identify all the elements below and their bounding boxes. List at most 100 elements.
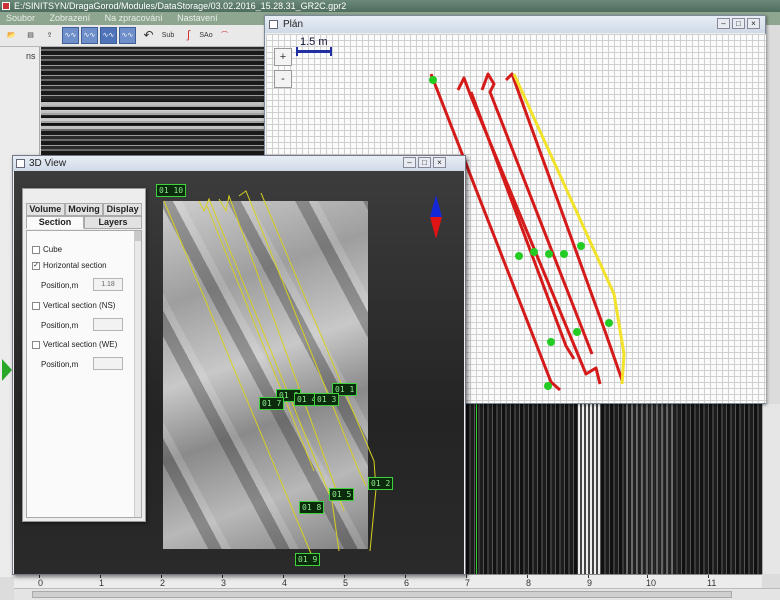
- horizontal-position-label: Position,m: [41, 281, 79, 290]
- plan-marker: [577, 242, 585, 250]
- scale-bar-label: 1.5 m: [300, 36, 328, 48]
- undo-icon[interactable]: ↶: [140, 27, 157, 44]
- wave-icon[interactable]: ∿∿: [119, 27, 136, 44]
- save-icon[interactable]: ▤: [22, 27, 39, 44]
- panel-scrollbar[interactable]: [134, 231, 141, 517]
- x-tick-label: 2: [160, 575, 166, 588]
- tab-moving[interactable]: Moving: [64, 203, 104, 216]
- wave-icon[interactable]: ∿∿: [81, 27, 98, 44]
- x-tick-label: 6: [404, 575, 410, 588]
- horizontal-section-checkbox[interactable]: ✓: [32, 261, 40, 270]
- zoom-out-button[interactable]: -: [274, 70, 292, 88]
- open-folder-icon[interactable]: 📂: [3, 27, 20, 44]
- cube-option[interactable]: Cube: [32, 245, 62, 254]
- radargram-anomaly-2: [626, 404, 676, 574]
- plan-marker: [429, 76, 437, 84]
- tab-section[interactable]: Section: [26, 216, 84, 229]
- curve-icon[interactable]: ʃ: [180, 27, 197, 44]
- plan-marker: [544, 382, 552, 390]
- scrollbar-thumb[interactable]: [32, 591, 732, 598]
- maximize-button[interactable]: □: [732, 18, 745, 29]
- wave-active-icon[interactable]: ∿∿: [100, 27, 117, 44]
- vertical-ns-position-label: Position,m: [41, 321, 79, 330]
- zoom-in-button[interactable]: +: [274, 48, 292, 66]
- track-label[interactable]: 01 8: [299, 501, 325, 514]
- tab-display[interactable]: Display: [103, 203, 143, 216]
- x-tick-label: 1: [99, 575, 105, 588]
- track-label[interactable]: 01 10: [156, 184, 187, 197]
- view3d-title: 3D View: [29, 158, 67, 169]
- app-title: E:/SINITSYN/DragaGorod/Modules/DataStora…: [14, 1, 347, 11]
- radargram-image[interactable]: [41, 47, 264, 155]
- tab-layers[interactable]: Layers: [84, 216, 142, 229]
- export-icon[interactable]: ⇪: [41, 27, 58, 44]
- minimize-button[interactable]: –: [403, 157, 416, 168]
- x-tick-label: 4: [282, 575, 288, 588]
- plan-route: [504, 72, 624, 381]
- radargram-image-lower[interactable]: [466, 404, 762, 574]
- x-tick-label: 8: [526, 575, 532, 588]
- horizontal-position-field[interactable]: 1.18: [93, 278, 123, 291]
- close-button[interactable]: ×: [433, 157, 446, 168]
- maximize-button[interactable]: □: [418, 157, 431, 168]
- track-label[interactable]: 01 5: [329, 488, 355, 501]
- track-label[interactable]: 01 7: [259, 397, 285, 410]
- plan-route: [469, 91, 576, 360]
- horizontal-scrollbar[interactable]: [14, 588, 780, 600]
- vertical-we-label: Vertical section (WE): [43, 340, 118, 349]
- view3d-titlebar[interactable]: 3D View – □ ×: [13, 156, 465, 171]
- vertical-we-position-label: Position,m: [41, 360, 79, 369]
- wave-icon[interactable]: ∿∿: [62, 27, 79, 44]
- close-button[interactable]: ×: [747, 18, 760, 29]
- sao-button[interactable]: SAo: [196, 27, 216, 44]
- distance-scale: 0 1 2 3 4 5 6 7 8 9 10 11: [14, 574, 762, 588]
- window-icon: [269, 20, 278, 29]
- main-toolbar: 📂 ▤ ⇪ ∿∿ ∿∿ ∿∿ ∿∿ ↶ Sub ʃ SAo ⌒: [0, 25, 265, 47]
- antenna-icon[interactable]: ⌒: [216, 27, 233, 44]
- menu-settings[interactable]: Nastavení: [177, 13, 218, 23]
- axis-up-arrow-icon: [430, 195, 442, 217]
- vertical-ns-position-field[interactable]: [93, 318, 123, 331]
- view3d-canvas[interactable]: 01 10 01 1 01 6 01 4 01 3 01 7 01 5 01 2…: [14, 171, 464, 574]
- plan-marker: [573, 328, 581, 336]
- vertical-scrollbar[interactable]: [762, 404, 780, 574]
- radargram-anomaly: [578, 404, 600, 574]
- sub-button[interactable]: Sub: [158, 27, 178, 44]
- track-line: [218, 194, 345, 512]
- cube-checkbox[interactable]: [32, 245, 40, 254]
- vertical-ns-option[interactable]: Vertical section (NS): [32, 301, 115, 310]
- vertical-we-position-field[interactable]: [93, 357, 123, 370]
- tab-volume[interactable]: Volume: [26, 203, 65, 216]
- vertical-ns-label: Vertical section (NS): [43, 301, 116, 310]
- track-label[interactable]: 01 9: [295, 553, 321, 566]
- plan-marker: [515, 252, 523, 260]
- panel-scrollbar-thumb[interactable]: [135, 231, 141, 241]
- minimize-button[interactable]: –: [717, 18, 730, 29]
- position-marker-icon[interactable]: [2, 359, 12, 381]
- menu-file[interactable]: Soubor: [6, 13, 35, 23]
- x-tick-label: 11: [707, 575, 717, 588]
- plan-route: [480, 72, 594, 355]
- track-label[interactable]: 01 3: [314, 393, 340, 406]
- x-tick-label: 7: [465, 575, 471, 588]
- section-tab-content: Cube ✓ Horizontal section Position,m 1.1…: [26, 230, 142, 518]
- time-unit-label: ns: [26, 51, 36, 61]
- menu-processing[interactable]: Na zpracování: [105, 13, 163, 23]
- horizontal-section-option[interactable]: ✓ Horizontal section: [32, 261, 107, 270]
- plan-titlebar[interactable]: Plán – □ ×: [265, 16, 765, 33]
- vertical-we-checkbox[interactable]: [32, 340, 40, 349]
- scale-bar: [296, 47, 332, 56]
- menu-view[interactable]: Zobrazení: [50, 13, 91, 23]
- x-tick-label: 0: [38, 575, 44, 588]
- plan-title: Plán: [283, 19, 304, 30]
- horizontal-section-label: Horizontal section: [43, 261, 107, 270]
- vertical-ns-checkbox[interactable]: [32, 301, 40, 310]
- cube-label: Cube: [43, 245, 63, 254]
- track-line: [198, 197, 340, 552]
- view3d-window: 3D View – □ × 01 10 01 1 01 6 01 4 01 3 …: [12, 155, 466, 575]
- track-label[interactable]: 01 2: [368, 477, 394, 490]
- x-tick-label: 9: [587, 575, 593, 588]
- track-line: [260, 192, 377, 552]
- vertical-we-option[interactable]: Vertical section (WE): [32, 340, 117, 349]
- plan-marker: [547, 338, 555, 346]
